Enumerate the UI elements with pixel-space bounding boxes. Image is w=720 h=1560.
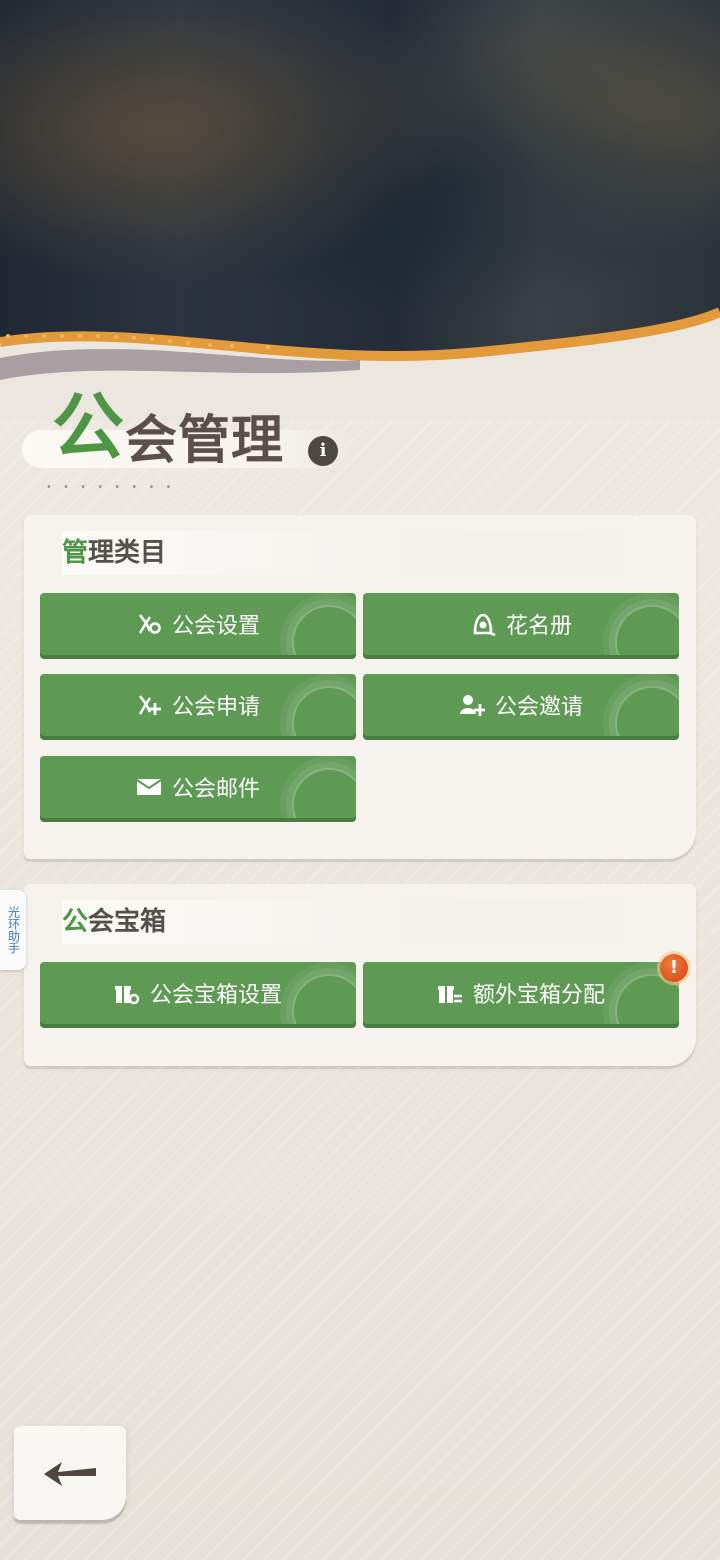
button-decoration (292, 686, 356, 736)
chest-settings-icon (114, 986, 140, 1005)
button-decoration (615, 605, 679, 655)
extra-chest-distribution-button[interactable]: 额外宝箱分配 (363, 962, 679, 1024)
alert-badge: ! (660, 954, 688, 982)
guild-invite-button[interactable]: 公会邀请 (363, 674, 679, 736)
guild-invite-icon (459, 695, 485, 716)
page-title-rest: 会管理 (125, 410, 285, 471)
management-panel-header: 管理类目 (62, 531, 642, 575)
guild-application-button[interactable]: 公会申请 (40, 674, 356, 736)
chest-distribute-icon (437, 986, 462, 1003)
guild-mail-button[interactable]: 公会邮件 (40, 756, 356, 818)
roster-icon (473, 613, 496, 637)
guild-settings-button[interactable]: 公会设置 (40, 593, 356, 655)
management-panel-title-first-char: 管 (62, 538, 89, 568)
chest-panel-header: 公会宝箱 (62, 900, 642, 944)
page-title: 公会管理 (52, 384, 285, 478)
guild-application-icon (138, 695, 161, 715)
roster-button[interactable]: 花名册 (363, 593, 679, 655)
side-assistant-tab[interactable]: 光环助手 (0, 890, 26, 970)
chest-panel-title: 公会宝箱 (62, 900, 166, 944)
guild-mail-label: 公会邮件 (171, 777, 260, 802)
guild-application-label: 公会申请 (171, 695, 260, 720)
back-arrow-icon (44, 1462, 96, 1486)
guild-settings-label: 公会设置 (171, 614, 260, 639)
chest-panel-title-first-char: 公 (62, 907, 89, 937)
title-dots-decoration: • • • • • • • • (46, 482, 176, 493)
chest-settings-label: 公会宝箱设置 (149, 983, 282, 1008)
button-decoration (292, 605, 356, 655)
back-button[interactable] (14, 1426, 126, 1520)
button-decoration (292, 768, 356, 818)
button-decoration (615, 686, 679, 736)
management-panel-title-rest: 理类目 (88, 538, 167, 568)
mail-icon (136, 779, 162, 795)
page-title-first-char: 公 (52, 384, 126, 469)
management-panel-title: 管理类目 (62, 531, 166, 575)
guild-invite-label: 公会邀请 (494, 695, 583, 720)
page-title-area: 公会管理 i • • • • • • • • (22, 384, 382, 493)
chest-panel-title-rest: 会宝箱 (88, 907, 167, 937)
button-decoration (292, 974, 356, 1024)
roster-label: 花名册 (505, 614, 572, 639)
extra-chest-distribution-label: 额外宝箱分配 (472, 983, 605, 1008)
guild-settings-icon (138, 614, 161, 634)
chest-settings-button[interactable]: 公会宝箱设置 (40, 962, 356, 1024)
info-icon[interactable]: i (308, 436, 338, 466)
